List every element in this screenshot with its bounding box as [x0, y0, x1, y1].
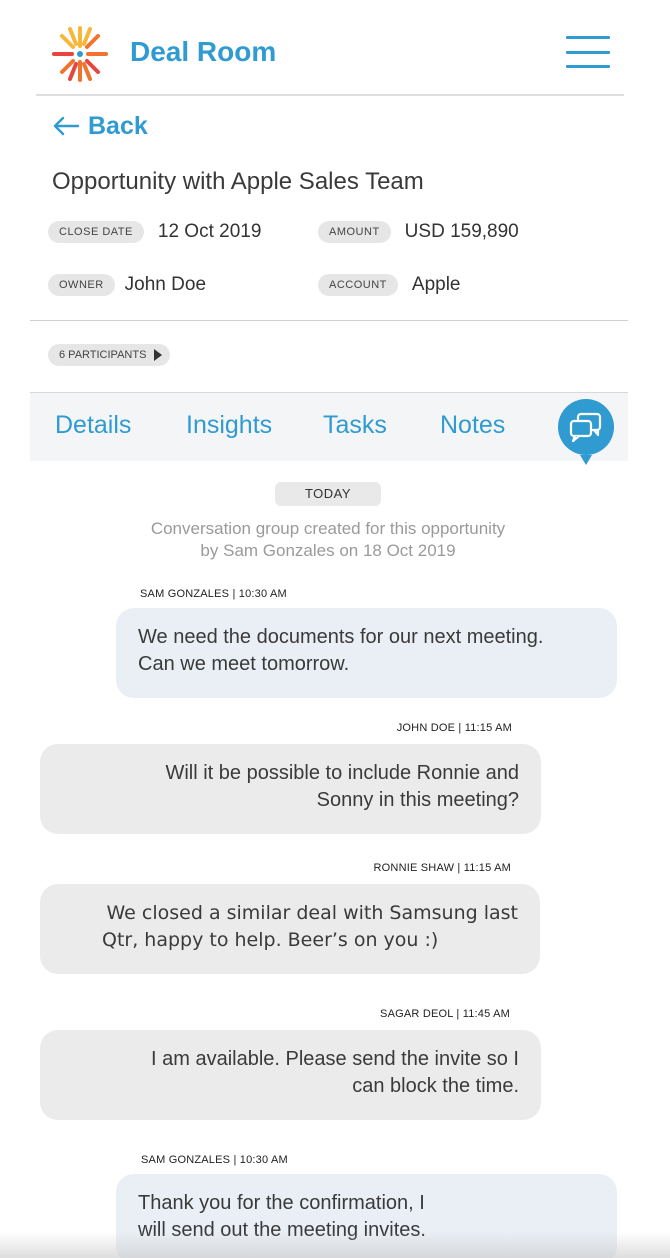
- message-text: Qtr, happy to help. Beer’s on you :): [102, 929, 439, 951]
- message-text: Sonny in this meeting?: [316, 789, 519, 811]
- message-sender: JOHN DOE | 11:15 AM: [396, 722, 512, 734]
- message-bubble[interactable]: We closed a similar deal with Samsung la…: [40, 884, 540, 974]
- close-date-label: CLOSE DATE: [48, 221, 144, 243]
- close-date-field: CLOSE DATE 12 Oct 2019: [48, 221, 261, 243]
- page-title: Opportunity with Apple Sales Team: [52, 168, 424, 195]
- message-bubble[interactable]: Will it be possible to include Ronnie an…: [40, 744, 541, 834]
- tab-bar: Details Insights Tasks Notes: [30, 392, 628, 465]
- message-text: Thank you for the confirmation, I: [138, 1192, 425, 1214]
- back-label: Back: [88, 111, 148, 140]
- tab-tasks[interactable]: Tasks: [323, 411, 387, 440]
- message-text: We closed a similar deal with Samsung la…: [106, 902, 519, 924]
- message-sender: SAM GONZALES | 10:30 AM: [141, 1154, 288, 1166]
- system-message-line: by Sam Gonzales on 18 Oct 2019: [200, 541, 456, 560]
- tab-insights[interactable]: Insights: [186, 411, 272, 440]
- logo-icon: [52, 26, 108, 82]
- chat-bubbles-icon: [569, 412, 602, 465]
- hamburger-menu-icon[interactable]: [566, 36, 610, 68]
- account-label: ACCOUNT: [318, 274, 398, 296]
- message-sender: SAM GONZALES | 10:30 AM: [140, 588, 287, 600]
- system-message: Conversation group created for this oppo…: [100, 518, 556, 562]
- tab-notes[interactable]: Notes: [440, 411, 505, 440]
- message-text: I am available. Please send the invite s…: [151, 1048, 519, 1070]
- message-text: We need the documents for our next meeti…: [138, 626, 544, 648]
- message-text: Will it be possible to include Ronnie an…: [165, 762, 519, 784]
- message-bubble[interactable]: We need the documents for our next meeti…: [116, 608, 617, 698]
- close-date-value: 12 Oct 2019: [157, 221, 262, 242]
- app-title: Deal Room: [130, 36, 277, 67]
- owner-value: John Doe: [124, 274, 207, 295]
- app-header: Deal Room: [0, 0, 670, 96]
- owner-field: OWNER John Doe: [48, 274, 206, 296]
- header-divider: [36, 94, 624, 96]
- back-arrow-icon: [53, 116, 80, 136]
- amount-label: AMOUNT: [318, 221, 391, 243]
- message-sender: RONNIE SHAW | 11:15 AM: [373, 862, 511, 874]
- message-bubble[interactable]: I am available. Please send the invite s…: [40, 1030, 541, 1120]
- account-field: ACCOUNT Apple: [318, 274, 461, 296]
- day-separator: TODAY: [275, 482, 381, 506]
- participants-button[interactable]: 6 PARTICIPANTS: [48, 344, 171, 366]
- system-message-line: Conversation group created for this oppo…: [150, 519, 506, 538]
- amount-field: AMOUNT USD 159,890: [318, 221, 519, 243]
- scroll-edge-shadow: [0, 1232, 670, 1258]
- tab-details[interactable]: Details: [55, 411, 131, 440]
- account-value: Apple: [411, 274, 461, 295]
- chat-thread: TODAY Conversation group created for thi…: [0, 470, 670, 1258]
- message-text: Can we meet tomorrow.: [138, 653, 350, 675]
- section-divider: [30, 320, 628, 321]
- owner-label: OWNER: [48, 274, 115, 296]
- chat-tab-button[interactable]: [558, 399, 614, 465]
- participants-label: 6 PARTICIPANTS: [59, 349, 147, 361]
- message-sender: SAGAR DEOL | 11:45 AM: [380, 1008, 510, 1020]
- amount-value: USD 159,890: [404, 221, 519, 242]
- back-button[interactable]: Back: [52, 108, 148, 144]
- caret-right-icon: [154, 349, 163, 361]
- message-text: can block the time.: [352, 1075, 519, 1097]
